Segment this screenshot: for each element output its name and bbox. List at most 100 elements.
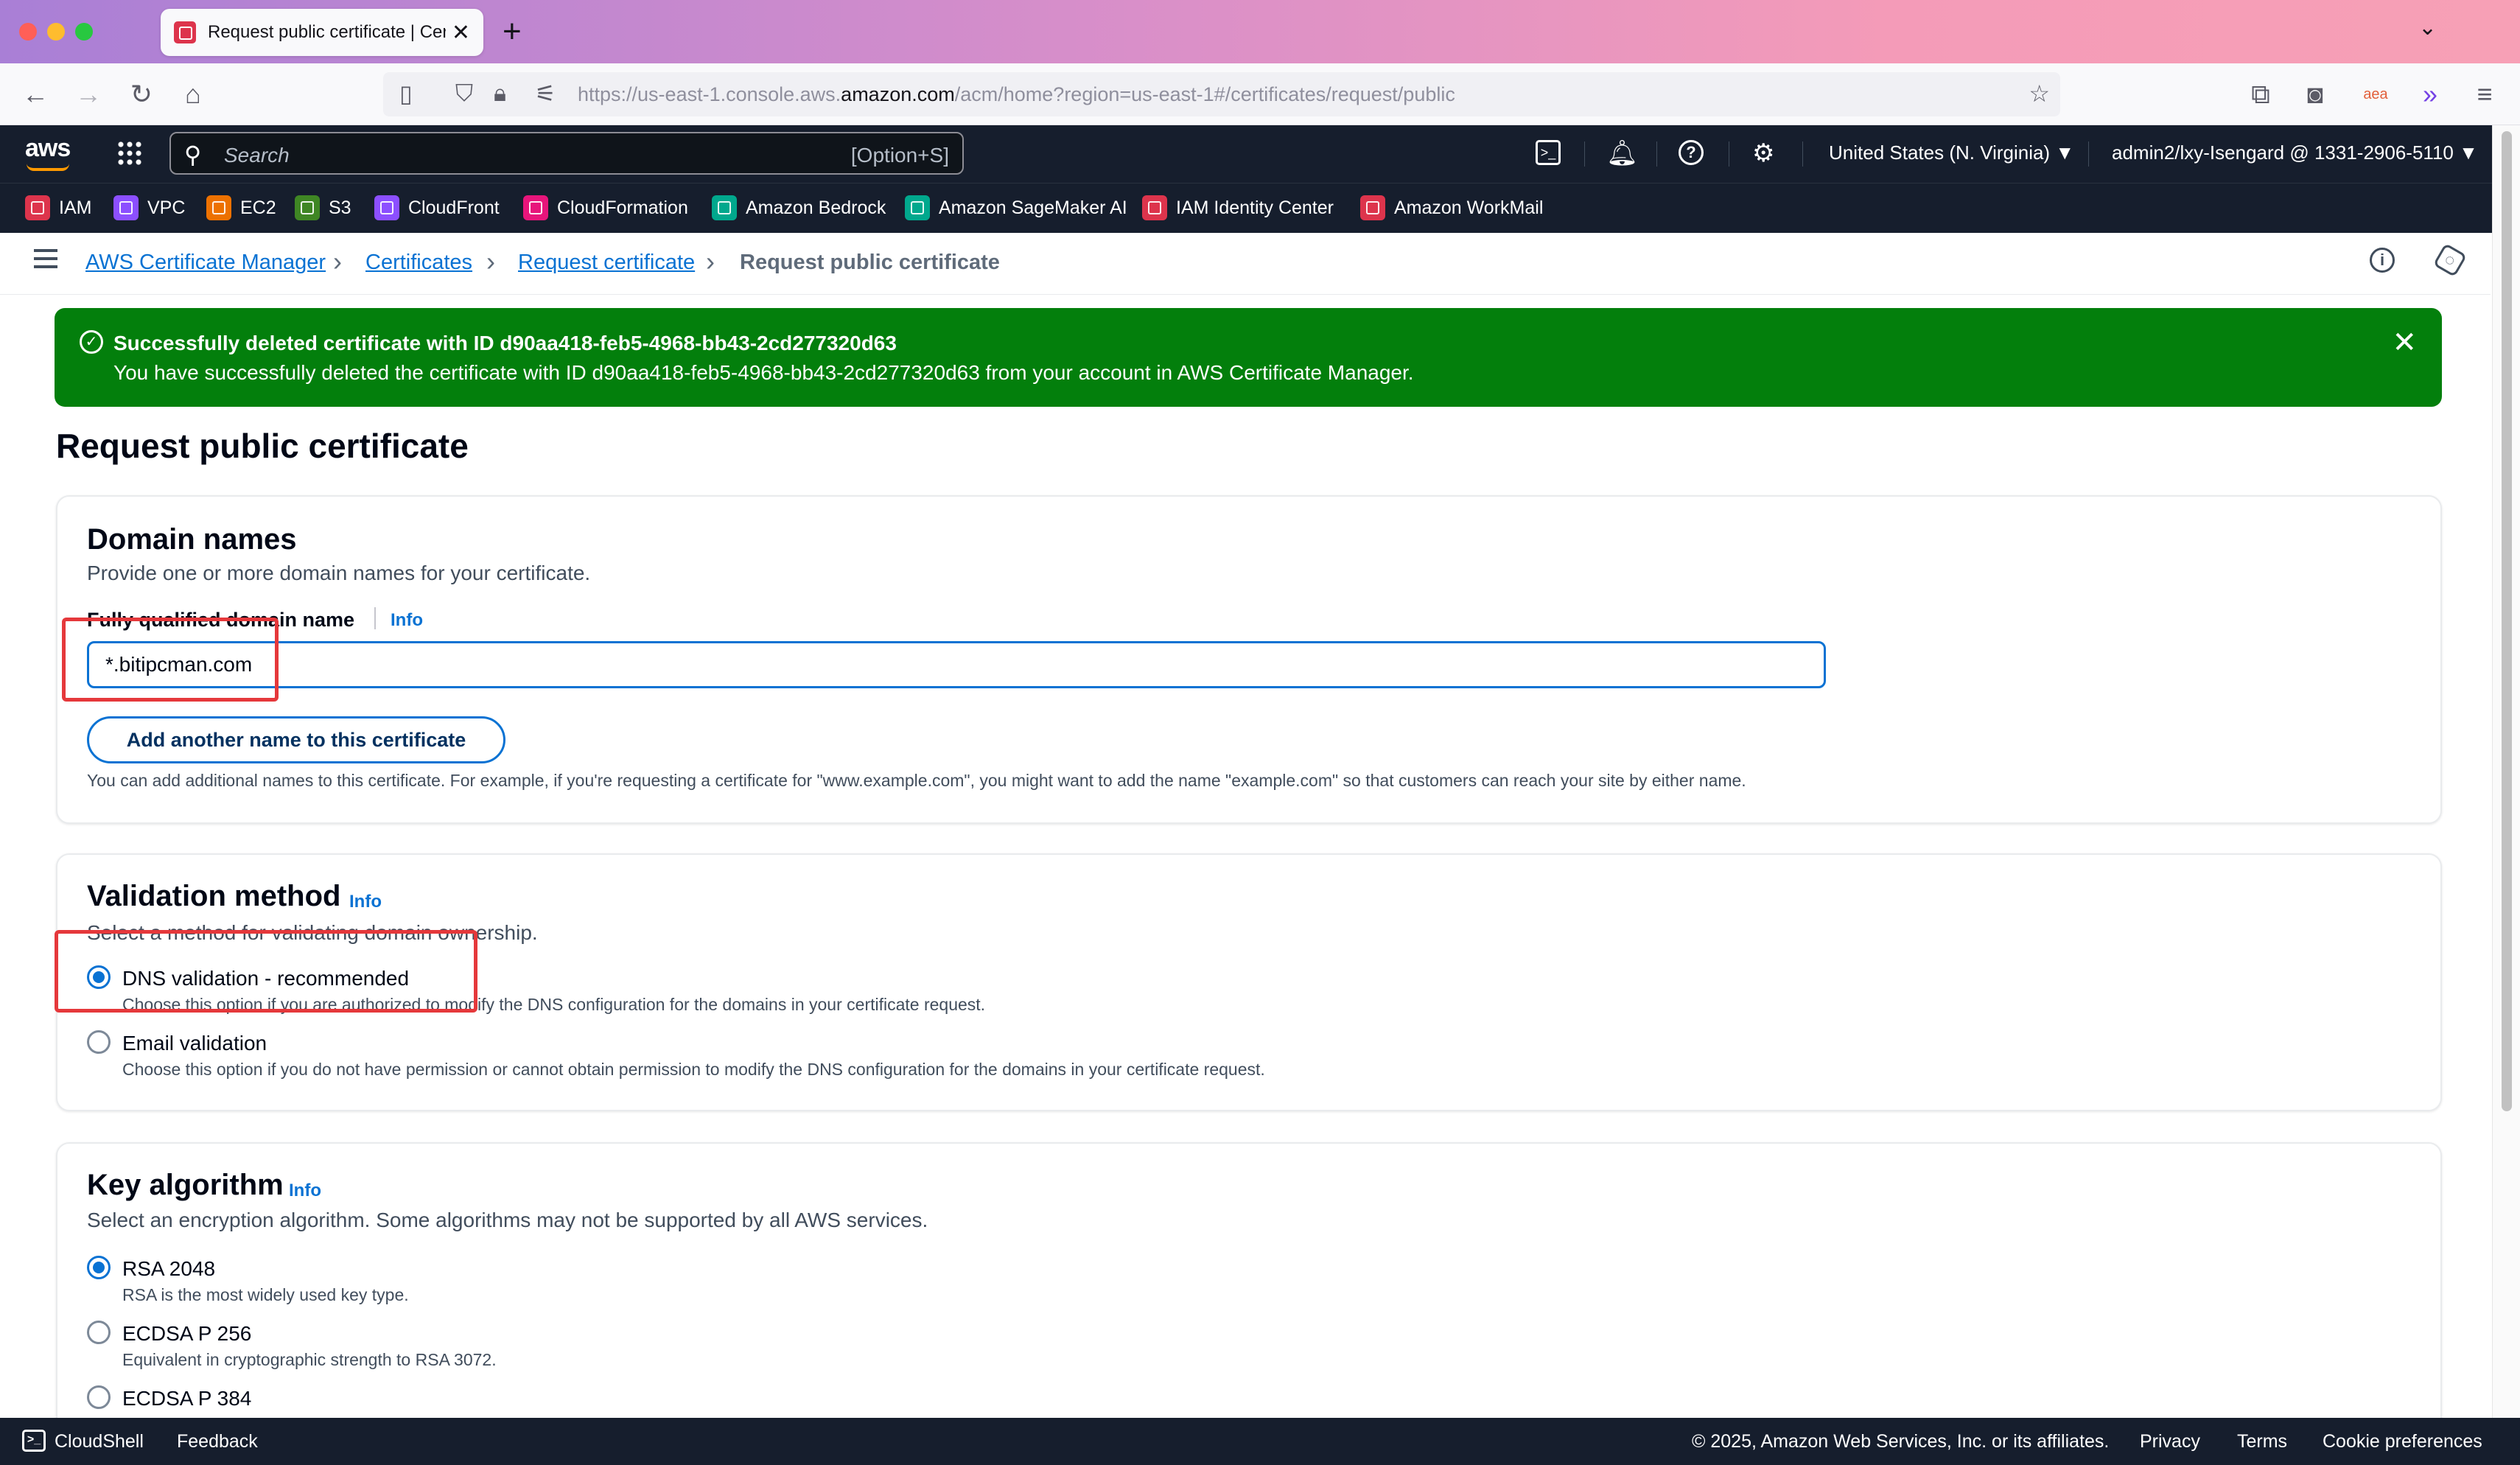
ecdsa-p256-desc: Equivalent in cryptographic strength to …: [122, 1350, 497, 1369]
page-scrollbar[interactable]: [2492, 125, 2520, 1418]
extension-aea-icon[interactable]: aea: [2358, 78, 2393, 111]
tracking-shield-icon[interactable]: ⛉: [455, 80, 473, 108]
settings-gear-icon[interactable]: ⚙: [1752, 139, 1774, 168]
app-menu-icon[interactable]: ≡: [2467, 78, 2502, 111]
footer-cloudshell-link[interactable]: CloudShell: [55, 1431, 144, 1452]
footer-privacy-link[interactable]: Privacy: [2140, 1431, 2200, 1452]
region-selector[interactable]: United States (N. Virginia) ▼: [1829, 141, 2074, 164]
home-icon[interactable]: ⌂: [175, 78, 211, 111]
domain-names-heading: Domain names: [87, 523, 297, 556]
breadcrumb-acm[interactable]: AWS Certificate Manager: [85, 251, 326, 275]
sidebar-toggle-icon[interactable]: ▯: [399, 80, 413, 108]
s3-service-icon: [295, 195, 320, 220]
window-close-button[interactable]: [19, 23, 37, 41]
rsa-2048-radio[interactable]: [87, 1256, 111, 1279]
browser-tab-active[interactable]: Request public certificate | Certi ✕: [161, 9, 483, 56]
favorite-vpc[interactable]: VPC: [113, 195, 185, 220]
sagemaker-service-icon: [905, 195, 930, 220]
add-another-name-button[interactable]: Add another name to this certificate: [87, 716, 505, 763]
nav-divider: [1656, 141, 1657, 167]
footer-cookie-preferences-link[interactable]: Cookie preferences: [2323, 1431, 2482, 1452]
chevron-right-icon: ›: [706, 246, 715, 276]
extensions-icon[interactable]: ⧉: [2243, 78, 2278, 111]
email-validation-radio[interactable]: [87, 1030, 111, 1054]
breadcrumb-certificates[interactable]: Certificates: [365, 251, 472, 275]
cloudshell-icon[interactable]: >_: [1536, 140, 1561, 165]
acm-favicon-icon: [174, 21, 196, 43]
label-divider: [374, 607, 376, 629]
favorite-cloudfront[interactable]: CloudFront: [374, 195, 500, 220]
footer-feedback-link[interactable]: Feedback: [177, 1431, 258, 1452]
new-tab-button[interactable]: +: [503, 13, 522, 50]
rsa-2048-label[interactable]: RSA 2048: [122, 1257, 215, 1281]
favorite-amazon-bedrock[interactable]: Amazon Bedrock: [712, 195, 886, 220]
window-zoom-button[interactable]: [75, 23, 93, 41]
help-icon[interactable]: ?: [1679, 140, 1704, 165]
more-tools-icon[interactable]: »: [2412, 78, 2448, 111]
nav-divider: [1802, 141, 1803, 167]
domain-names-hint: You can add additional names to this cer…: [87, 771, 1746, 790]
success-check-icon: ✓: [80, 330, 103, 354]
cloudshell-footer-icon[interactable]: >_: [22, 1430, 46, 1452]
breadcrumb-request-certificate[interactable]: Request certificate: [518, 251, 695, 275]
aws-top-navigation: aws ⚲ Search [Option+S] >_ 🔔︎ ? ⚙ United…: [0, 125, 2520, 183]
notifications-bell-icon[interactable]: 🔔︎: [1606, 139, 1638, 168]
nav-divider: [1584, 141, 1585, 167]
tab-list-chevron-icon[interactable]: ⌄: [2418, 15, 2437, 41]
lock-icon[interactable]: 🔒︎: [494, 80, 506, 108]
console-footer: >_ CloudShell Feedback © 2025, Amazon We…: [0, 1418, 2520, 1465]
fqdn-info-link[interactable]: Info: [391, 610, 423, 631]
forward-arrow-icon[interactable]: →: [71, 78, 106, 111]
favorite-amazon-sagemaker-ai[interactable]: Amazon SageMaker AI: [905, 195, 1127, 220]
bookmark-star-icon[interactable]: ☆: [2029, 80, 2050, 108]
info-panel-icon[interactable]: i: [2370, 248, 2395, 273]
favorites-bar: IAM VPC EC2 S3 CloudFront CloudFormation…: [0, 183, 2520, 233]
fqdn-input[interactable]: [87, 641, 1826, 688]
reload-icon[interactable]: ↻: [124, 78, 159, 111]
key-algorithm-heading: Key algorithm: [87, 1169, 284, 1201]
ecdsa-p256-radio[interactable]: [87, 1321, 111, 1344]
console-search-input[interactable]: ⚲ Search [Option+S]: [169, 132, 964, 175]
aws-logo[interactable]: aws: [25, 134, 71, 163]
favorite-ec2[interactable]: EC2: [206, 195, 276, 220]
favorite-iam-identity-center[interactable]: IAM Identity Center: [1142, 195, 1334, 220]
rsa-2048-desc: RSA is the most widely used key type.: [122, 1285, 409, 1304]
favorite-iam[interactable]: IAM: [25, 195, 91, 220]
breadcrumb-current: Request public certificate: [740, 251, 1000, 274]
validation-info-link[interactable]: Info: [349, 892, 382, 912]
services-grid-icon[interactable]: [116, 140, 143, 167]
chevron-right-icon: ›: [333, 246, 342, 276]
account-menu[interactable]: admin2/lxy-Isengard @ 1331-2906-5110 ▼: [2112, 141, 2478, 164]
ecdsa-p256-label[interactable]: ECDSA P 256: [122, 1322, 251, 1346]
extension-mask-icon[interactable]: ◙: [2297, 78, 2333, 111]
search-icon: ⚲: [184, 141, 202, 168]
key-algorithm-info-link[interactable]: Info: [289, 1181, 321, 1201]
ecdsa-p384-label[interactable]: ECDSA P 384: [122, 1387, 251, 1410]
tab-close-icon[interactable]: ✕: [452, 20, 470, 46]
permissions-icon[interactable]: ⚟: [535, 80, 556, 108]
success-flash-message: ✓ Successfully deleted certificate with …: [55, 308, 2442, 407]
scrollbar-thumb[interactable]: [2502, 131, 2512, 1111]
url-text[interactable]: https://us-east-1.console.aws.amazon.com…: [578, 83, 1455, 106]
annotation-highlight-box: [55, 930, 477, 1013]
flash-dismiss-close-icon[interactable]: ✕: [2392, 326, 2417, 360]
recent-changes-icon[interactable]: ◌: [2432, 242, 2468, 278]
footer-terms-link[interactable]: Terms: [2237, 1431, 2287, 1452]
email-validation-desc: Choose this option if you do not have pe…: [122, 1060, 1265, 1079]
favorite-cloudformation[interactable]: CloudFormation: [523, 195, 688, 220]
workmail-service-icon: [1360, 195, 1385, 220]
iam-service-icon: [25, 195, 50, 220]
address-bar[interactable]: ▯ ⛉ 🔒︎ ⚟ https://us-east-1.console.aws.a…: [383, 72, 2060, 116]
email-validation-label[interactable]: Email validation: [122, 1032, 267, 1055]
favorite-amazon-workmail[interactable]: Amazon WorkMail: [1360, 195, 1543, 220]
domain-names-description: Provide one or more domain names for you…: [87, 562, 591, 584]
nav-divider: [2088, 141, 2089, 167]
back-arrow-icon[interactable]: ←: [18, 78, 53, 111]
search-placeholder: Search: [224, 144, 290, 167]
ecdsa-p384-radio[interactable]: [87, 1385, 111, 1409]
aws-logo-smile: [27, 164, 69, 171]
flash-body: You have successfully deleted the certif…: [113, 361, 1414, 384]
side-navigation-menu-icon[interactable]: [34, 249, 57, 268]
window-minimize-button[interactable]: [47, 23, 65, 41]
favorite-s3[interactable]: S3: [295, 195, 351, 220]
